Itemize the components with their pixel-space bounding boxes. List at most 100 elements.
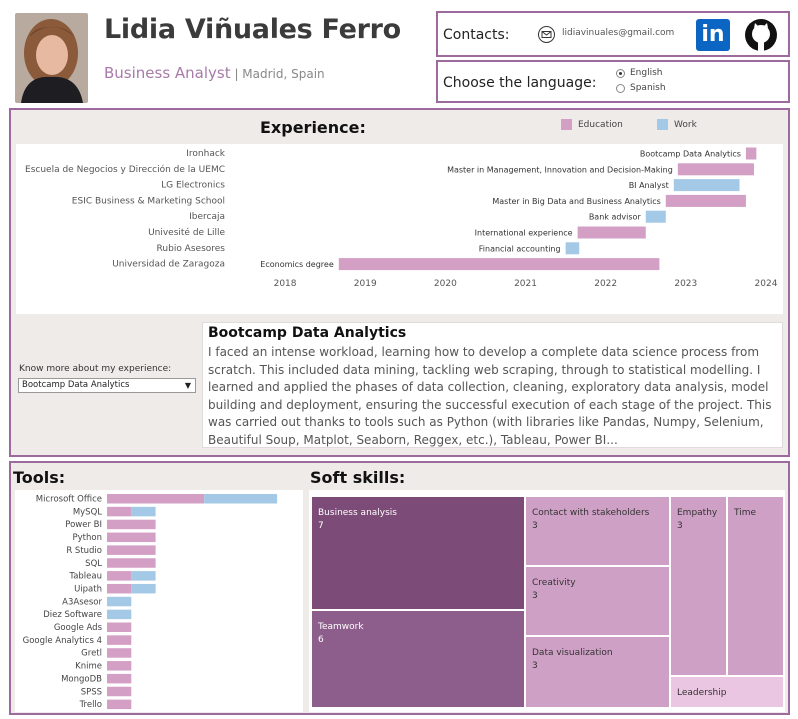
experience-select[interactable]: Bootcamp Data Analytics ▼	[18, 378, 196, 393]
tool-label: R Studio	[66, 546, 102, 556]
tool-bar	[107, 532, 156, 543]
tool-label: Power BI	[65, 520, 102, 530]
skill-value: 3	[532, 521, 538, 531]
tools-svg: Microsoft Office MySQL Power BI Python R Stu…	[23, 494, 278, 710]
gantt-bar-label: Master in Big Data and Business Analytic…	[492, 197, 660, 206]
skill-label: Data visualization	[532, 648, 613, 658]
tool-bar	[107, 558, 156, 568]
tool-bar	[107, 571, 132, 581]
radio-english[interactable]	[616, 68, 625, 78]
language-option-english[interactable]: English	[616, 68, 663, 78]
gantt-svg: Ironhack Escuela de Negocios y Dirección …	[25, 147, 778, 289]
language-option-label: English	[630, 68, 663, 78]
skill-tile	[728, 497, 783, 675]
tool-label: Uipath	[74, 584, 102, 594]
tool-bar	[107, 494, 205, 504]
tool-label: Knime	[75, 662, 102, 672]
language-label: Choose the language:	[443, 75, 597, 91]
soft-skills-treemap: Business analysis 7 Teamwork 6 Contact with …	[309, 490, 785, 712]
skill-label: Leadership	[677, 688, 727, 698]
role-line: Business Analyst | Madrid, Spain	[104, 64, 325, 82]
tool-label: A3Asesor	[62, 597, 102, 607]
tool-label: Trello	[79, 700, 102, 710]
gantt-row-label: Ironhack	[186, 149, 226, 159]
tool-label: Diez Software	[43, 610, 102, 620]
language-box: Choose the language: English Spanish	[436, 60, 790, 103]
tool-label: SPSS	[81, 687, 102, 697]
tool-bar	[131, 583, 156, 594]
gantt-bar-label: BI Analyst	[629, 181, 669, 190]
legend-label: Work	[674, 119, 697, 130]
soft-skills-title: Soft skills:	[310, 468, 406, 487]
gantt-bar-label: Economics degree	[260, 260, 334, 269]
gantt-bar-label: Financial accounting	[479, 244, 561, 253]
skill-value: 3	[677, 521, 683, 531]
chevron-down-icon: ▼	[184, 381, 191, 390]
gantt-tick-label: 2019	[354, 279, 377, 289]
legend-education: Education	[561, 119, 623, 130]
radio-spanish[interactable]	[616, 83, 625, 93]
experience-gantt-chart: Ironhack Escuela de Negocios y Dirección …	[16, 144, 783, 314]
tool-bar	[107, 635, 132, 645]
resume-dashboard: { "header": { "name": "Lidia Viñuales Fe…	[0, 0, 798, 719]
tool-bar	[107, 596, 132, 607]
description-text: I faced an intense workload, learning ho…	[208, 345, 772, 447]
github-icon[interactable]	[744, 18, 778, 52]
gantt-tick-label: 2018	[274, 279, 297, 289]
experience-title: Experience:	[260, 118, 366, 137]
gantt-tick-label: 2023	[674, 279, 697, 289]
know-more-label: Know more about my experience:	[19, 364, 172, 374]
tool-label: Python	[73, 533, 102, 543]
tool-bar	[107, 519, 156, 530]
gantt-bar	[565, 242, 580, 255]
gantt-tick-label: 2021	[514, 279, 537, 289]
gantt-row-label: Ibercaja	[189, 212, 225, 222]
skill-value: 3	[532, 661, 538, 671]
contacts-label: Contacts:	[443, 27, 510, 43]
tool-label: SQL	[85, 559, 102, 569]
experience-description-box: Bootcamp Data Analytics I faced an inten…	[202, 322, 783, 448]
language-option-spanish[interactable]: Spanish	[616, 83, 666, 93]
gantt-bar-label: Bank advisor	[589, 213, 642, 222]
gantt-row-label: Rubio Asesores	[157, 244, 226, 254]
gantt-row-label: ESIC Business & Marketing School	[72, 196, 225, 206]
tool-label: MongoDB	[61, 674, 102, 684]
tool-label: Tableau	[68, 572, 102, 582]
gantt-row-label: Escuela de Negocios y Dirección de la UE…	[25, 164, 225, 175]
tool-bar	[107, 673, 132, 684]
tool-label: Google Ads	[54, 623, 103, 633]
skill-label: Business analysis	[318, 508, 397, 518]
skill-label: Empathy	[677, 508, 718, 518]
description-title: Bootcamp Data Analytics	[208, 325, 407, 341]
experience-select-value: Bootcamp Data Analytics	[22, 380, 130, 390]
gantt-tick-label: 2024	[755, 279, 778, 289]
tool-bar	[107, 545, 156, 555]
gantt-bar	[577, 226, 646, 239]
gantt-bar-label: International experience	[475, 229, 573, 238]
skill-label: Creativity	[532, 578, 576, 588]
gantt-bar	[745, 147, 757, 160]
email-address[interactable]: lidiavinuales@gmail.com	[562, 28, 674, 38]
email-icon[interactable]	[538, 26, 555, 43]
tool-label: Google Analytics 4	[23, 636, 102, 646]
tool-bar	[107, 699, 132, 710]
gantt-bar	[665, 194, 746, 207]
gantt-bar	[645, 210, 666, 223]
skill-label: Time	[733, 508, 756, 518]
gantt-bar	[673, 179, 740, 192]
tool-label: Gretl	[81, 649, 102, 659]
linkedin-icon[interactable]: in	[696, 19, 730, 51]
skill-value: 6	[318, 635, 324, 645]
tool-label: Microsoft Office	[36, 495, 102, 505]
tool-bar	[204, 494, 278, 504]
gantt-tick-label: 2022	[594, 279, 617, 289]
profile-photo	[15, 13, 88, 103]
language-option-label: Spanish	[630, 83, 666, 93]
legend-work: Work	[657, 119, 697, 130]
skill-label: Teamwork	[317, 622, 364, 632]
gantt-bar-label: Master in Management, Innovation and Dec…	[447, 165, 673, 174]
gantt-bar	[677, 163, 754, 176]
location: | Madrid, Spain	[230, 67, 325, 81]
contacts-box: Contacts: lidiavinuales@gmail.com in	[436, 11, 790, 57]
skills-svg: Business analysis 7 Teamwork 6 Contact with …	[312, 497, 783, 707]
